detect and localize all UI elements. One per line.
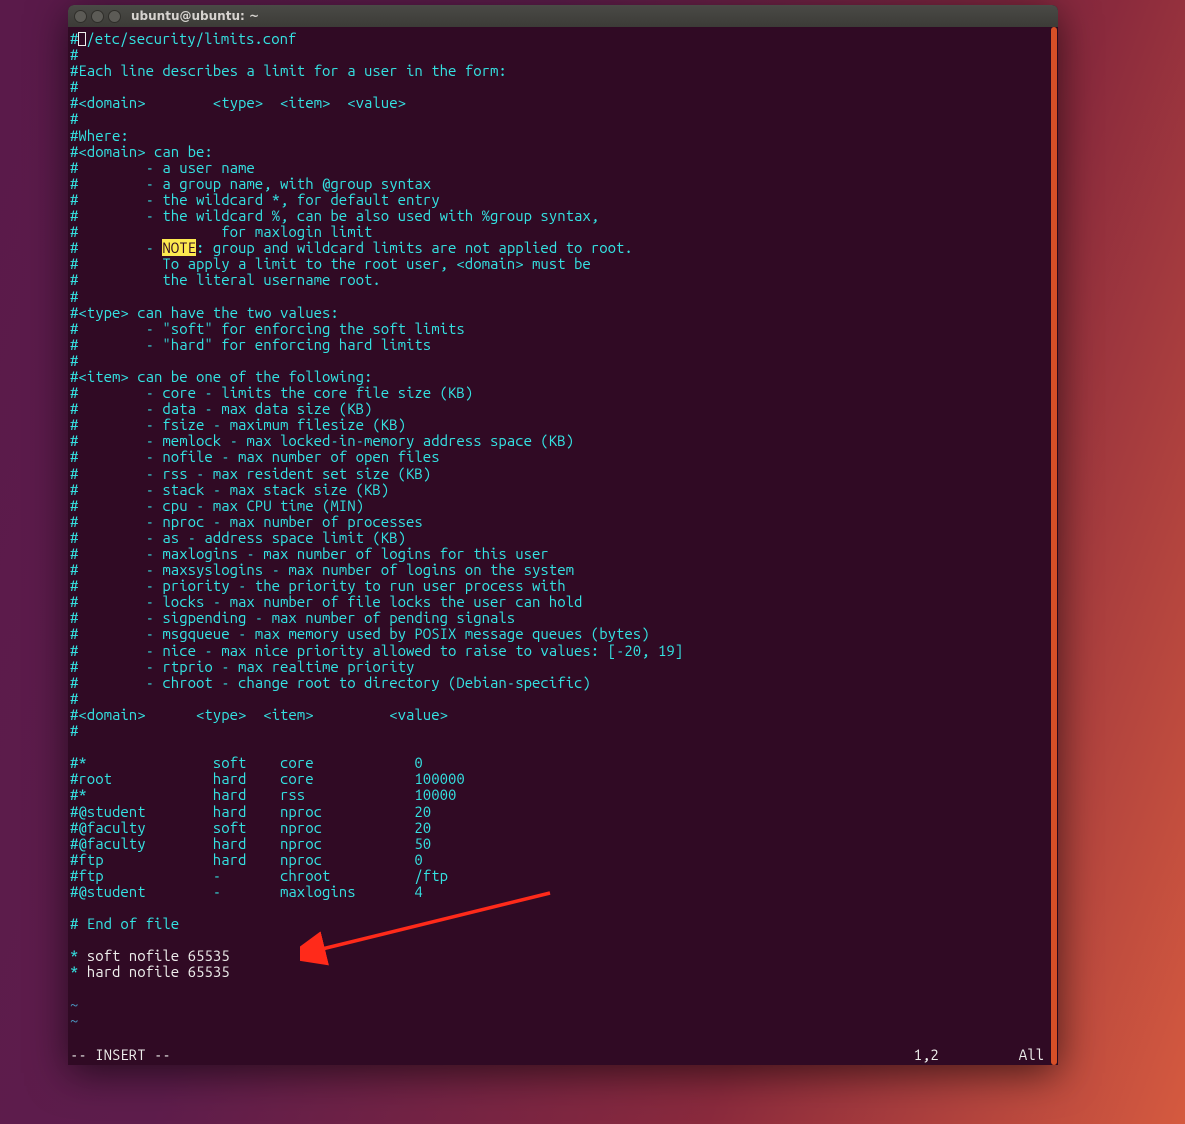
terminal-line: # - a group name, with @group syntax (70, 176, 1056, 192)
terminal-line: # - msgqueue - max memory used by POSIX … (70, 626, 1056, 642)
terminal-line: # (70, 111, 1056, 127)
terminal-line: # the literal username root. (70, 272, 1056, 288)
minimize-icon[interactable] (91, 10, 104, 23)
terminal-viewport[interactable]: #/etc/security/limits.conf##Each line de… (68, 27, 1058, 1065)
terminal-line: #ftp hard nproc 0 (70, 852, 1056, 868)
terminal-line: # - the wildcard %, can be also used wit… (70, 208, 1056, 224)
vim-scroll-pos: All (1019, 1047, 1044, 1063)
terminal-line: #@faculty soft nproc 20 (70, 820, 1056, 836)
terminal-line: # - core - limits the core file size (KB… (70, 385, 1056, 401)
terminal-line: #* hard rss 10000 (70, 787, 1056, 803)
vim-cursor-pos: 1,2 (914, 1047, 939, 1063)
window-titlebar[interactable]: ubuntu@ubuntu: ~ (68, 5, 1058, 27)
terminal-line: #Each line describes a limit for a user … (70, 63, 1056, 79)
terminal-line: # To apply a limit to the root user, <do… (70, 256, 1056, 272)
close-icon[interactable] (74, 10, 87, 23)
terminal-line: # - rtprio - max realtime priority (70, 659, 1056, 675)
terminal-line: #<domain> can be: (70, 144, 1056, 160)
terminal-line: # - sigpending - max number of pending s… (70, 610, 1056, 626)
terminal-line: #ftp - chroot /ftp (70, 868, 1056, 884)
terminal-line: #Where: (70, 128, 1056, 144)
terminal-line: # - rss - max resident set size (KB) (70, 466, 1056, 482)
terminal-line: # End of file (70, 916, 1056, 932)
terminal-line: # (70, 289, 1056, 305)
maximize-icon[interactable] (108, 10, 121, 23)
terminal-line: ~ (70, 1013, 1056, 1029)
terminal-line: #<type> can have the two values: (70, 305, 1056, 321)
terminal-line: # (70, 353, 1056, 369)
terminal-line: # - nofile - max number of open files (70, 449, 1056, 465)
terminal-line: #<domain> <type> <item> <value> (70, 707, 1056, 723)
scrollbar-thumb[interactable] (1051, 27, 1057, 1065)
terminal-line: # - as - address space limit (KB) (70, 530, 1056, 546)
terminal-line: # - maxlogins - max number of logins for… (70, 546, 1056, 562)
terminal-line: #<domain> <type> <item> <value> (70, 95, 1056, 111)
terminal-line: # - fsize - maximum filesize (KB) (70, 417, 1056, 433)
terminal-content[interactable]: #/etc/security/limits.conf##Each line de… (70, 31, 1056, 1029)
terminal-line (70, 739, 1056, 755)
terminal-line: #* soft core 0 (70, 755, 1056, 771)
terminal-line: * hard nofile 65535 (70, 964, 1056, 980)
terminal-line: #root hard core 100000 (70, 771, 1056, 787)
terminal-line: # - NOTE: group and wildcard limits are … (70, 240, 1056, 256)
terminal-line: # - maxsyslogins - max number of logins … (70, 562, 1056, 578)
terminal-line: # - "soft" for enforcing the soft limits (70, 321, 1056, 337)
terminal-line: # - priority - the priority to run user … (70, 578, 1056, 594)
terminal-line (70, 981, 1056, 997)
terminal-line: # - memlock - max locked-in-memory addre… (70, 433, 1056, 449)
terminal-line: #@faculty hard nproc 50 (70, 836, 1056, 852)
terminal-line: ~ (70, 997, 1056, 1013)
terminal-line: # - a user name (70, 160, 1056, 176)
terminal-line: # - nproc - max number of processes (70, 514, 1056, 530)
terminal-line: # for maxlogin limit (70, 224, 1056, 240)
terminal-line: # (70, 691, 1056, 707)
terminal-line: # - data - max data size (KB) (70, 401, 1056, 417)
highlighted-note: NOTE (162, 239, 196, 256)
terminal-line: #@student - maxlogins 4 (70, 884, 1056, 900)
terminal-line: # - locks - max number of file locks the… (70, 594, 1056, 610)
terminal-line: * soft nofile 65535 (70, 948, 1056, 964)
desktop-background: ubuntu@ubuntu: ~ #/etc/security/limits.c… (0, 0, 1185, 1124)
terminal-line: #<item> can be one of the following: (70, 369, 1056, 385)
text-cursor (78, 32, 86, 46)
terminal-line: # - the wildcard *, for default entry (70, 192, 1056, 208)
terminal-line (70, 932, 1056, 948)
terminal-line: # - stack - max stack size (KB) (70, 482, 1056, 498)
terminal-line: # - "hard" for enforcing hard limits (70, 337, 1056, 353)
terminal-line: # (70, 723, 1056, 739)
vim-status-bar: -- INSERT -- 1,2 All (70, 1047, 1056, 1063)
vim-mode: -- INSERT -- (70, 1047, 171, 1063)
terminal-line: #@student hard nproc 20 (70, 804, 1056, 820)
terminal-line: # (70, 47, 1056, 63)
terminal-scrollbar[interactable] (1050, 27, 1058, 1065)
terminal-line: # - chroot - change root to directory (D… (70, 675, 1056, 691)
window-title: ubuntu@ubuntu: ~ (131, 9, 259, 23)
terminal-window: ubuntu@ubuntu: ~ #/etc/security/limits.c… (68, 5, 1058, 1065)
terminal-line: # - cpu - max CPU time (MIN) (70, 498, 1056, 514)
terminal-line: # (70, 79, 1056, 95)
terminal-line (70, 900, 1056, 916)
terminal-line: # - nice - max nice priority allowed to … (70, 643, 1056, 659)
terminal-line: #/etc/security/limits.conf (70, 31, 1056, 47)
